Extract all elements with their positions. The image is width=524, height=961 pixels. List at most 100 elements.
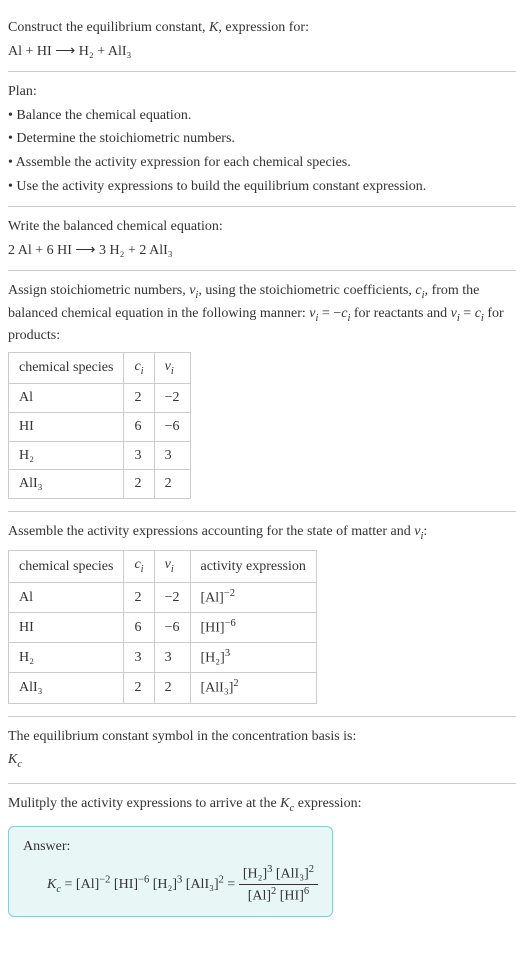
exp: 2 (233, 678, 238, 689)
term: [Al] (76, 877, 99, 892)
cell-c: 2 (124, 673, 154, 703)
activity-table: chemical species ci νi activity expressi… (8, 550, 317, 703)
k: K (8, 752, 17, 767)
term: [H₂] (243, 867, 267, 882)
term: [AlI₃] (272, 867, 308, 882)
exp: −2 (224, 588, 235, 599)
cell-species: H₂ (9, 643, 124, 673)
base: [Al] (201, 590, 224, 605)
table-row: AlI₃ 2 2 [AlI₃]2 (9, 673, 317, 703)
plan-title: Plan: (8, 82, 516, 102)
text: : (423, 524, 427, 539)
plan-item: • Use the activity expressions to build … (8, 177, 516, 197)
eq: = (61, 877, 76, 892)
cell-nu: −6 (154, 412, 190, 441)
intro-text: Construct the equilibrium constant, (8, 20, 209, 35)
exp: −6 (138, 874, 149, 885)
cell-nu: 3 (154, 441, 190, 470)
cell-c: 2 (124, 582, 154, 612)
unbalanced-equation: Al + HI ⟶ H₂ + AlI₃ (8, 42, 516, 62)
numerator: [H₂]3 [AlI₃]2 (239, 863, 318, 885)
k: K (47, 877, 56, 892)
eq: = (224, 877, 239, 892)
plan-item: • Assemble the activity expression for e… (8, 153, 516, 173)
table-row: HI 6 −6 (9, 412, 191, 441)
stoich-table: chemical species ci νi Al 2 −2 HI 6 −6 H… (8, 352, 191, 499)
exp: −2 (99, 874, 110, 885)
sub-i: i (171, 564, 174, 575)
intro-text-b: , expression for: (218, 20, 309, 35)
table-row: H₂ 3 3 [H₂]3 (9, 643, 317, 673)
plan-section: Plan: • Balance the chemical equation. •… (8, 72, 516, 207)
cell-species: AlI₃ (9, 673, 124, 703)
cell-species: Al (9, 384, 124, 413)
base: [H₂] (201, 651, 225, 666)
text: Mulitply the activity expressions to arr… (8, 796, 280, 811)
term: [Al] (248, 889, 271, 904)
text: , using the stoichiometric coefficients, (198, 283, 415, 298)
answer-label: Answer: (23, 837, 318, 857)
cell-nu: 3 (154, 643, 190, 673)
term: [AlI₃] (182, 877, 218, 892)
ksub: c (17, 759, 22, 770)
cell-nu: −2 (154, 582, 190, 612)
assign-text: Assign stoichiometric numbers, νi, using… (8, 281, 516, 346)
exp: −6 (225, 618, 236, 629)
plan-item: • Balance the chemical equation. (8, 106, 516, 126)
cell-c: 2 (124, 470, 154, 499)
symbol-section: The equilibrium constant symbol in the c… (8, 717, 516, 784)
cell-species: Al (9, 582, 124, 612)
k: K (280, 796, 289, 811)
cell-c: 2 (124, 384, 154, 413)
cell-c: 6 (124, 412, 154, 441)
table-row: Al 2 −2 [Al]−2 (9, 582, 317, 612)
balanced-title: Write the balanced chemical equation: (8, 217, 516, 237)
intro-section: Construct the equilibrium constant, K, e… (8, 8, 516, 72)
cell-nu: 2 (154, 673, 190, 703)
table-row: HI 6 −6 [HI]−6 (9, 612, 317, 642)
base: [HI] (201, 621, 225, 636)
activity-title: Assemble the activity expressions accoun… (8, 522, 516, 544)
base: [AlI₃] (201, 681, 234, 696)
term: [HI] (110, 877, 138, 892)
cell-nu: −2 (154, 384, 190, 413)
text: expression: (294, 796, 361, 811)
cell-activity: [AlI₃]2 (190, 673, 316, 703)
sub-i: i (141, 564, 144, 575)
cell-species: HI (9, 412, 124, 441)
multiply-line: Mulitply the activity expressions to arr… (8, 794, 516, 816)
table-header-row: chemical species ci νi activity expressi… (9, 551, 317, 582)
cell-c: 6 (124, 612, 154, 642)
multiply-section: Mulitply the activity expressions to arr… (8, 784, 516, 930)
cell-activity: [Al]−2 (190, 582, 316, 612)
exp: 6 (304, 886, 309, 897)
col-c: ci (124, 551, 154, 582)
cell-activity: [H₂]3 (190, 643, 316, 673)
kc-symbol: Kc (8, 750, 516, 772)
text: for reactants and (350, 306, 450, 321)
col-nu: νi (154, 551, 190, 582)
table-header-row: chemical species ci νi (9, 352, 191, 383)
fraction: [H₂]3 [AlI₃]2[Al]2 [HI]6 (239, 863, 318, 907)
term: [HI] (276, 889, 304, 904)
intro-line: Construct the equilibrium constant, K, e… (8, 18, 516, 38)
answer-box: Answer: Kc = [Al]−2 [HI]−6 [H₂]3 [AlI₃]2… (8, 826, 333, 917)
col-species: chemical species (9, 551, 124, 582)
cell-nu: −6 (154, 612, 190, 642)
plan-item: • Determine the stoichiometric numbers. (8, 129, 516, 149)
cell-species: H₂ (9, 441, 124, 470)
denominator: [Al]2 [HI]6 (239, 885, 318, 906)
activity-section: Assemble the activity expressions accoun… (8, 512, 516, 717)
exp: 2 (309, 864, 314, 875)
text: Assemble the activity expressions accoun… (8, 524, 414, 539)
balanced-section: Write the balanced chemical equation: 2 … (8, 207, 516, 271)
assign-section: Assign stoichiometric numbers, νi, using… (8, 271, 516, 511)
text: = (460, 306, 475, 321)
table-row: AlI₃ 2 2 (9, 470, 191, 499)
term: [H₂] (149, 877, 177, 892)
k-symbol: K (209, 20, 218, 35)
text: = − (318, 306, 341, 321)
cell-c: 3 (124, 441, 154, 470)
sub-i: i (171, 366, 174, 377)
symbol-line: The equilibrium constant symbol in the c… (8, 727, 516, 747)
